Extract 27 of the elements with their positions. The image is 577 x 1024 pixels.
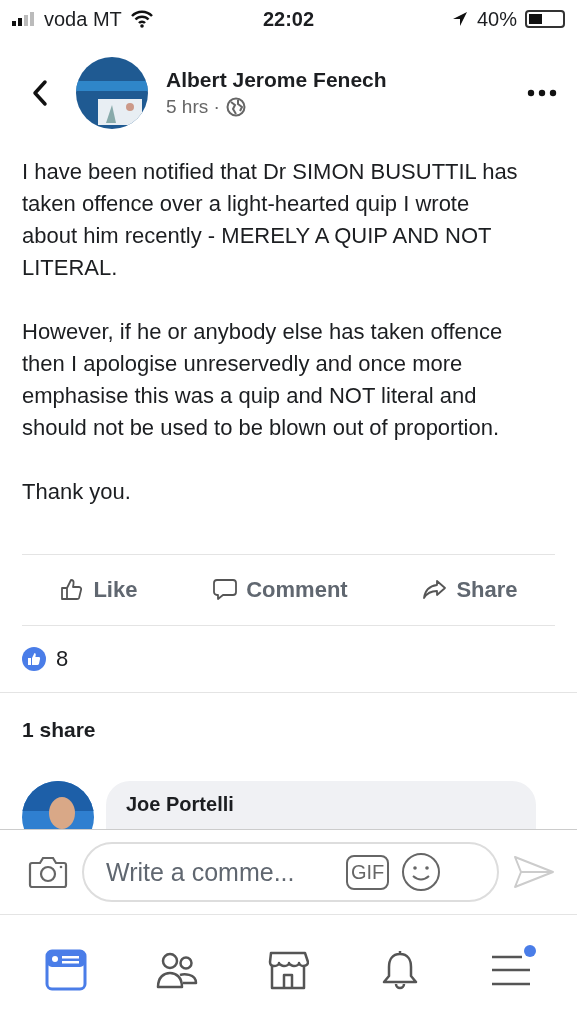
commenter-name[interactable]: Joe Portelli <box>126 793 516 816</box>
gif-button[interactable]: GIF <box>346 854 390 890</box>
globe-icon <box>225 97 246 117</box>
like-button[interactable]: Like <box>59 577 138 603</box>
post-time: 5 hrs · <box>166 96 220 118</box>
emoji-icon[interactable] <box>401 852 442 892</box>
share-count[interactable]: 1 share <box>22 718 96 742</box>
wifi-icon <box>129 10 154 28</box>
post-text: However, if he or anybody else has taken offence then I apologise unreservedly and once more emphasise this was a quip and NOT literal and should not be used to be blown out of proportion. <box>22 318 504 442</box>
back-icon[interactable] <box>30 79 50 107</box>
more-options-icon[interactable] <box>527 89 557 97</box>
post-text: I have been notified that Dr SIMON BUSUTTIL has taken offence over a light-hearted quip I wrote about him recently - MERELY A QUIP AND NOT LITERAL. <box>22 158 519 282</box>
share-button[interactable]: Share <box>422 577 518 603</box>
comment-button[interactable]: Comment <box>212 577 348 603</box>
author-name[interactable]: Albert Jerome Fenech <box>166 68 509 92</box>
status-time: 22:02 <box>261 7 316 31</box>
reaction-count[interactable]: 8 <box>56 646 69 672</box>
camera-icon[interactable] <box>28 855 68 889</box>
news-feed-icon[interactable] <box>44 948 87 991</box>
signal-icon <box>12 12 36 26</box>
carrier-name: voda MT <box>44 7 122 31</box>
battery-icon <box>525 10 565 28</box>
like-reaction-icon <box>22 647 46 671</box>
post-text: Thank you. <box>22 478 132 506</box>
comment-input-field[interactable]: Write a comme... GIF <box>82 842 499 902</box>
battery-percent: 40% <box>476 7 517 31</box>
speech-bubble-icon <box>212 577 239 603</box>
